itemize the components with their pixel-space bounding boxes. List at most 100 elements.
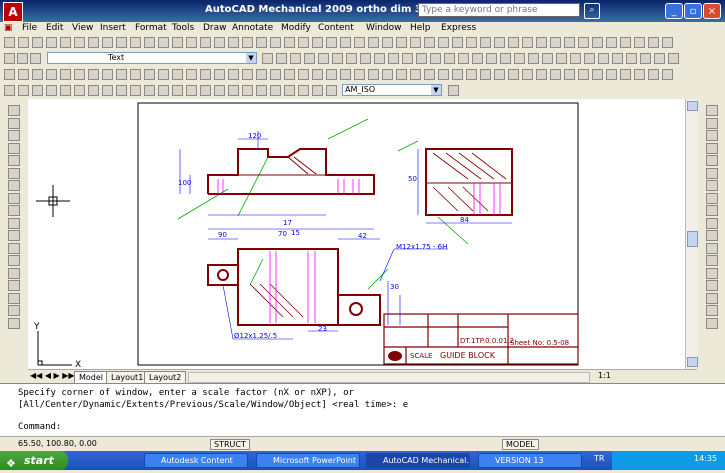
toolbar-button-icon[interactable]	[340, 37, 351, 48]
side-toolbar-button-icon[interactable]	[706, 167, 718, 179]
toolbar-button-icon[interactable]	[550, 69, 561, 80]
toolbar-button-icon[interactable]	[116, 37, 127, 48]
toolbar-button-icon[interactable]	[158, 69, 169, 80]
drawing-menu-icon[interactable]: ▣	[4, 22, 13, 35]
toolbar-button-icon[interactable]	[606, 37, 617, 48]
toolbar-button-icon[interactable]	[550, 37, 561, 48]
toolbar-button-icon[interactable]	[312, 85, 323, 96]
side-toolbar-button-icon[interactable]	[8, 267, 20, 279]
toolbar-button-icon[interactable]	[556, 53, 567, 64]
toolbar-button-icon[interactable]	[536, 37, 547, 48]
toolbar-button-icon[interactable]	[354, 69, 365, 80]
toolbar-button-icon[interactable]	[668, 53, 679, 64]
toolbar-button-icon[interactable]	[270, 37, 281, 48]
toolbar-button-icon[interactable]	[640, 53, 651, 64]
toolbar-button-icon[interactable]	[228, 85, 239, 96]
model-space-button[interactable]: MODEL	[502, 439, 539, 450]
side-toolbar-button-icon[interactable]	[8, 242, 20, 254]
toolbar-button-icon[interactable]	[332, 53, 343, 64]
toolbar-button-icon[interactable]	[88, 69, 99, 80]
toolbar-button-icon[interactable]	[172, 69, 183, 80]
struct-button[interactable]: STRUCT	[210, 439, 250, 450]
side-toolbar-button-icon[interactable]	[706, 142, 718, 154]
toolbar-button-icon[interactable]	[74, 37, 85, 48]
toolbar-button-icon[interactable]	[284, 69, 295, 80]
toolbar-button-icon[interactable]	[340, 69, 351, 80]
toolbar-button-icon[interactable]	[648, 69, 659, 80]
toolbar-button-icon[interactable]	[158, 85, 169, 96]
side-toolbar-button-icon[interactable]	[8, 205, 20, 216]
side-toolbar-button-icon[interactable]	[8, 155, 20, 166]
toolbar-button-icon[interactable]	[242, 85, 253, 96]
toolbar-button-icon[interactable]	[662, 69, 673, 80]
side-toolbar-button-icon[interactable]	[8, 105, 20, 116]
toolbar-button-icon[interactable]	[46, 85, 57, 96]
toolbar-button-icon[interactable]	[60, 69, 71, 80]
side-toolbar-button-icon[interactable]	[8, 280, 20, 291]
toolbar-button-icon[interactable]	[270, 85, 281, 96]
side-toolbar-button-icon[interactable]	[706, 280, 718, 291]
toolbar-button-icon[interactable]	[270, 69, 281, 80]
side-toolbar-button-icon[interactable]	[706, 217, 718, 229]
toolbar-button-icon[interactable]	[438, 37, 449, 48]
toolbar-button-icon[interactable]	[458, 53, 469, 64]
toolbar-button-icon[interactable]	[30, 53, 41, 64]
side-toolbar-button-icon[interactable]	[706, 105, 718, 116]
toolbar-button-icon[interactable]	[318, 53, 329, 64]
toolbar-button-icon[interactable]	[130, 69, 141, 80]
toolbar-button-icon[interactable]	[304, 53, 315, 64]
toolbar-button-icon[interactable]	[158, 37, 169, 48]
annotation-scale[interactable]: 1:1	[598, 371, 611, 380]
toolbar-button-icon[interactable]	[144, 69, 155, 80]
toolbar-button-icon[interactable]	[536, 69, 547, 80]
toolbar-button-icon[interactable]	[46, 69, 57, 80]
toolbar-button-icon[interactable]	[228, 37, 239, 48]
close-button[interactable]: ×	[703, 3, 721, 19]
vertical-scrollbar[interactable]	[685, 99, 698, 369]
toolbar-button-icon[interactable]	[284, 85, 295, 96]
menu-file[interactable]: File	[22, 22, 37, 35]
toolbar-button-icon[interactable]	[144, 37, 155, 48]
toolbar-button-icon[interactable]	[214, 85, 225, 96]
toolbar-button-icon[interactable]	[4, 69, 15, 80]
toolbar-button-icon[interactable]	[592, 69, 603, 80]
toolbar-button-icon[interactable]	[410, 37, 421, 48]
toolbar-button-icon[interactable]	[256, 69, 267, 80]
toolbar-button-icon[interactable]	[382, 69, 393, 80]
toolbar-button-icon[interactable]	[522, 69, 533, 80]
toolbar-button-icon[interactable]	[500, 53, 511, 64]
side-toolbar-button-icon[interactable]	[8, 192, 20, 204]
toolbar-button-icon[interactable]	[514, 53, 525, 64]
toolbar-button-icon[interactable]	[472, 53, 483, 64]
toolbar-button-icon[interactable]	[578, 37, 589, 48]
toolbar-button-icon[interactable]	[284, 37, 295, 48]
toolbar-button-icon[interactable]	[172, 37, 183, 48]
toolbar-button-icon[interactable]	[172, 85, 183, 96]
taskbar-item[interactable]: Microsoft PowerPoint	[256, 453, 360, 468]
coordinate-readout[interactable]: 65.50, 100.80, 0.00	[18, 439, 97, 448]
toolbar-button-icon[interactable]	[592, 37, 603, 48]
toolbar-button-icon[interactable]	[88, 85, 99, 96]
toolbar-button-icon[interactable]	[654, 53, 665, 64]
toolbar-button-icon[interactable]	[346, 53, 357, 64]
toolbar-button-icon[interactable]	[438, 69, 449, 80]
toolbar-button-icon[interactable]	[444, 53, 455, 64]
toolbar-button-icon[interactable]	[256, 85, 267, 96]
menu-edit[interactable]: Edit	[46, 22, 63, 35]
toolbar-button-icon[interactable]	[612, 53, 623, 64]
menu-insert[interactable]: Insert	[100, 22, 126, 35]
toolbar-button-icon[interactable]	[508, 37, 519, 48]
toolbar-button-icon[interactable]	[4, 85, 15, 96]
side-toolbar-button-icon[interactable]	[8, 217, 20, 229]
toolbar-button-icon[interactable]	[578, 69, 589, 80]
side-toolbar-button-icon[interactable]	[706, 292, 718, 304]
toolbar-button-icon[interactable]	[298, 69, 309, 80]
menu-draw[interactable]: Draw	[203, 22, 227, 35]
scroll-down-icon[interactable]	[687, 357, 698, 367]
side-toolbar-button-icon[interactable]	[706, 180, 718, 191]
toolbar-button-icon[interactable]	[648, 37, 659, 48]
toolbar-button-icon[interactable]	[200, 69, 211, 80]
toolbar-button-icon[interactable]	[116, 85, 127, 96]
scroll-thumb[interactable]	[687, 231, 698, 247]
toolbar-button-icon[interactable]	[4, 37, 15, 48]
